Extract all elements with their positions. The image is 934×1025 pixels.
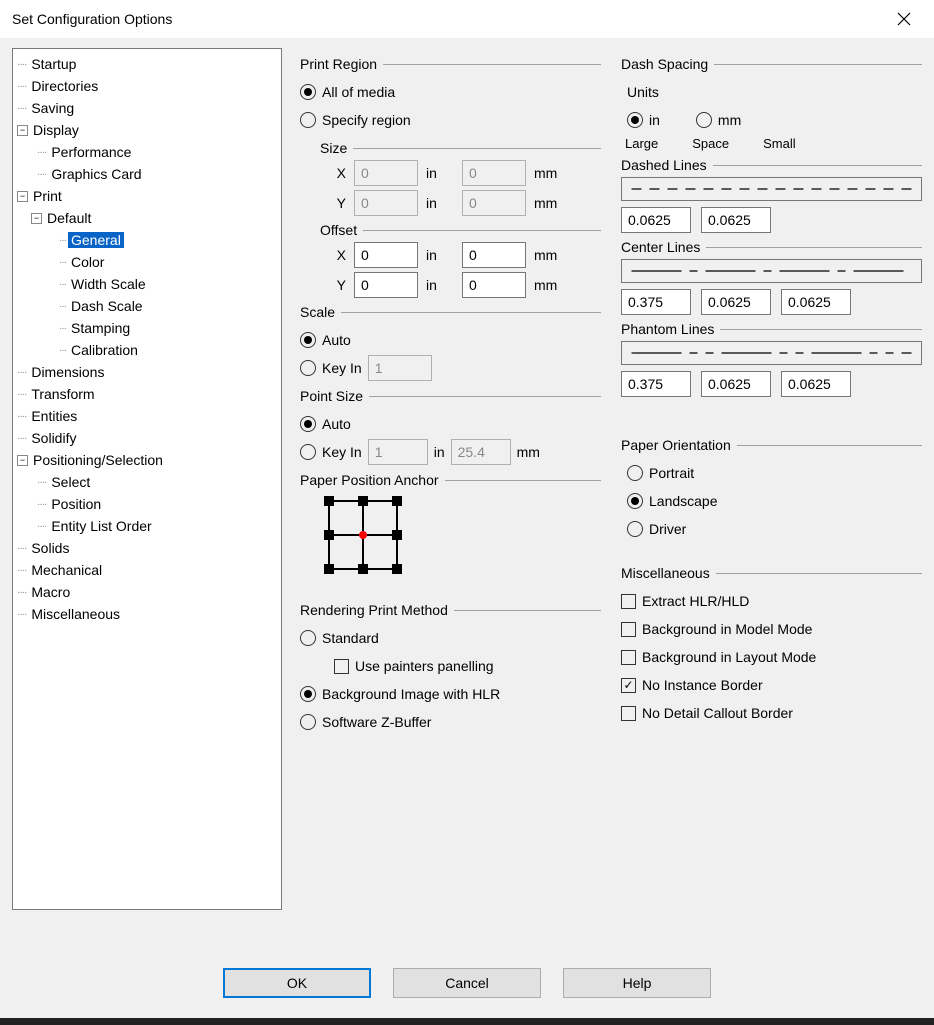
phantom-v1[interactable]: [621, 371, 691, 397]
cancel-button[interactable]: Cancel: [393, 968, 541, 998]
dashed-v2[interactable]: [701, 207, 771, 233]
right-column: Dash Spacing Units in mm Large Space Sma…: [621, 50, 922, 948]
phantom-v2[interactable]: [701, 371, 771, 397]
check-extract[interactable]: [621, 594, 636, 609]
center-v2[interactable]: [701, 289, 771, 315]
radio-scale-keyin[interactable]: [300, 360, 316, 376]
group-print-region: Print Region: [300, 56, 377, 72]
tree-item[interactable]: Positioning/Selection: [30, 452, 166, 468]
check-painters[interactable]: [334, 659, 349, 674]
expand-icon[interactable]: −: [17, 125, 28, 136]
close-button[interactable]: [886, 1, 922, 37]
group-render: Rendering Print Method: [300, 602, 448, 618]
expand-icon[interactable]: −: [31, 213, 42, 224]
help-button[interactable]: Help: [563, 968, 711, 998]
dialog-set-config: Set Configuration Options ····Startup ··…: [0, 0, 934, 1025]
group-dash: Dash Spacing: [621, 56, 708, 72]
tree-item[interactable]: Dimensions: [28, 364, 107, 380]
radio-scale-auto[interactable]: [300, 332, 316, 348]
dashed-sample: [621, 177, 922, 201]
phantom-sample: [621, 341, 922, 365]
tree-item[interactable]: Print: [30, 188, 65, 204]
size-x-mm[interactable]: [462, 160, 526, 186]
anchor-center-icon: [359, 531, 367, 539]
button-bar: OK Cancel Help: [0, 948, 934, 1018]
radio-driver[interactable]: [627, 521, 643, 537]
settings-panel: Print Region All of media Specify region…: [300, 48, 922, 948]
offset-y-mm[interactable]: [462, 272, 526, 298]
radio-ps-auto[interactable]: [300, 416, 316, 432]
group-misc: Miscellaneous: [621, 565, 710, 581]
offset-x-mm[interactable]: [462, 242, 526, 268]
check-bg-model[interactable]: [621, 622, 636, 637]
anchor-picker[interactable]: [324, 496, 402, 574]
tree-item[interactable]: Miscellaneous: [28, 606, 123, 622]
tree-item[interactable]: Default: [44, 210, 94, 226]
tree-item[interactable]: Dash Scale: [68, 298, 146, 314]
expand-icon[interactable]: −: [17, 191, 28, 202]
radio-render-bghlr[interactable]: [300, 686, 316, 702]
tree-item[interactable]: Directories: [28, 78, 101, 94]
offset-x-in[interactable]: [354, 242, 418, 268]
center-v1[interactable]: [621, 289, 691, 315]
scale-keyin-input[interactable]: [368, 355, 432, 381]
size-y-mm[interactable]: [462, 190, 526, 216]
check-bg-layout[interactable]: [621, 650, 636, 665]
titlebar: Set Configuration Options: [0, 0, 934, 38]
radio-units-mm[interactable]: [696, 112, 712, 128]
ps-keyin-mm[interactable]: [451, 439, 511, 465]
tree-item[interactable]: Color: [68, 254, 107, 270]
offset-y-in[interactable]: [354, 272, 418, 298]
center-sample: [621, 259, 922, 283]
group-orient: Paper Orientation: [621, 437, 731, 453]
tree-item-selected[interactable]: General: [68, 232, 124, 248]
tree-item[interactable]: Position: [48, 496, 104, 512]
tree-item[interactable]: Solids: [28, 540, 72, 556]
tree-item[interactable]: Solidify: [28, 430, 79, 446]
tree-item[interactable]: Calibration: [68, 342, 141, 358]
tree-item[interactable]: Stamping: [68, 320, 133, 336]
size-y-in[interactable]: [354, 190, 418, 216]
size-x-in[interactable]: [354, 160, 418, 186]
tree-item[interactable]: Display: [30, 122, 82, 138]
tree-item[interactable]: Performance: [48, 144, 134, 160]
tree-item[interactable]: Entity List Order: [48, 518, 154, 534]
footer-strip: [0, 1018, 934, 1025]
close-icon: [897, 12, 911, 26]
tree-item[interactable]: Select: [48, 474, 93, 490]
expand-icon[interactable]: −: [17, 455, 28, 466]
tree-item[interactable]: Entities: [28, 408, 80, 424]
center-v3[interactable]: [781, 289, 851, 315]
ps-keyin-in[interactable]: [368, 439, 428, 465]
radio-specify-region[interactable]: [300, 112, 316, 128]
dialog-title: Set Configuration Options: [12, 11, 886, 27]
tree-item[interactable]: Startup: [28, 56, 79, 72]
tree-item[interactable]: Width Scale: [68, 276, 149, 292]
check-no-detail[interactable]: [621, 706, 636, 721]
radio-landscape[interactable]: [627, 493, 643, 509]
dashed-v1[interactable]: [621, 207, 691, 233]
check-no-instance[interactable]: [621, 678, 636, 693]
radio-all-of-media[interactable]: [300, 84, 316, 100]
content-area: ····Startup ····Directories ····Saving −…: [0, 38, 934, 948]
radio-units-in[interactable]: [627, 112, 643, 128]
left-column: Print Region All of media Specify region…: [300, 50, 601, 948]
group-point-size: Point Size: [300, 388, 363, 404]
config-tree[interactable]: ····Startup ····Directories ····Saving −…: [12, 48, 282, 910]
phantom-v3[interactable]: [781, 371, 851, 397]
radio-portrait[interactable]: [627, 465, 643, 481]
radio-render-zbuf[interactable]: [300, 714, 316, 730]
radio-render-standard[interactable]: [300, 630, 316, 646]
tree-item[interactable]: Transform: [28, 386, 97, 402]
radio-ps-keyin[interactable]: [300, 444, 316, 460]
group-scale: Scale: [300, 304, 335, 320]
tree-item[interactable]: Mechanical: [28, 562, 105, 578]
tree-item[interactable]: Saving: [28, 100, 77, 116]
tree-item[interactable]: Macro: [28, 584, 73, 600]
tree-item[interactable]: Graphics Card: [48, 166, 144, 182]
ok-button[interactable]: OK: [223, 968, 371, 998]
group-anchor: Paper Position Anchor: [300, 472, 439, 488]
